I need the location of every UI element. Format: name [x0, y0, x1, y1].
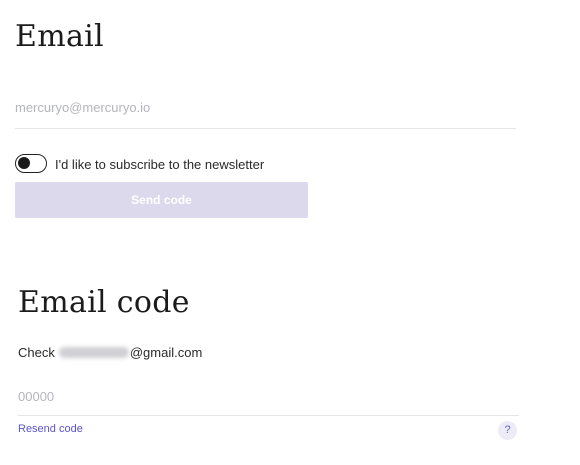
redacted-email-username — [58, 347, 129, 358]
email-heading: Email — [15, 19, 104, 54]
check-prefix: Check — [18, 345, 55, 360]
send-code-button[interactable]: Send code — [15, 182, 308, 218]
check-email-message: Check @gmail.com — [18, 345, 202, 360]
newsletter-toggle[interactable] — [15, 154, 47, 173]
email-code-heading: Email code — [18, 285, 190, 320]
email-input[interactable] — [15, 97, 515, 117]
toggle-knob — [18, 157, 30, 169]
code-input-underline — [18, 415, 519, 416]
check-email-domain: @gmail.com — [129, 345, 203, 360]
email-input-underline — [15, 128, 516, 129]
email-code-input[interactable] — [18, 386, 518, 406]
help-icon[interactable]: ? — [498, 421, 517, 440]
email-verification-form: Email I'd like to subscribe to the newsl… — [0, 0, 580, 465]
resend-code-link[interactable]: Resend code — [18, 423, 83, 435]
newsletter-label: I'd like to subscribe to the newsletter — [55, 157, 265, 172]
